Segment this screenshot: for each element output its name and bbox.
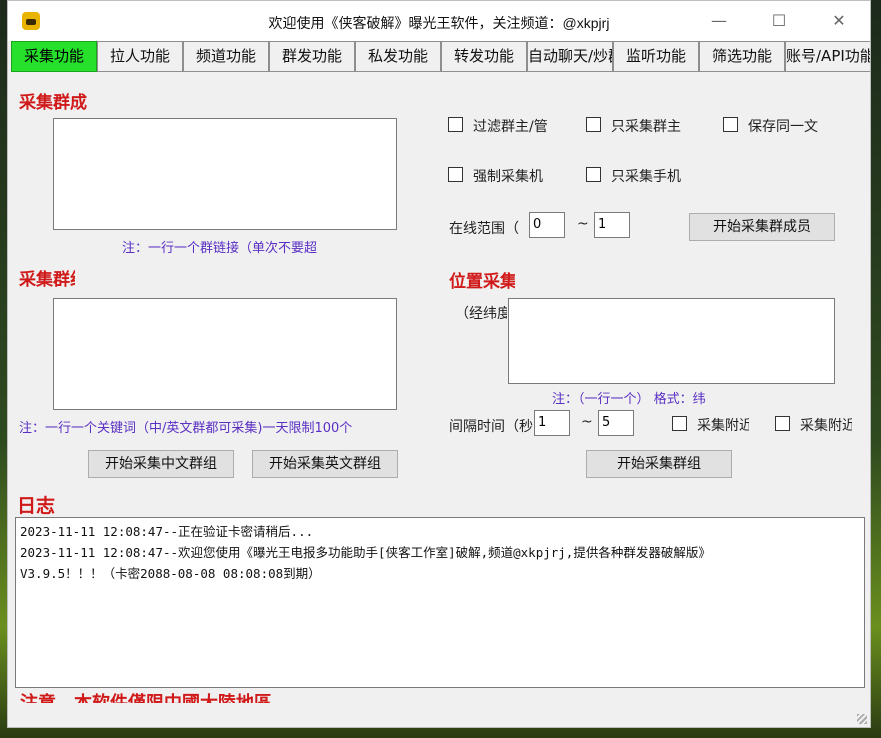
group-links-note: 注：一行一个群链接（单次不要超 — [122, 241, 318, 256]
only-owner-label: 只采集群主 — [611, 119, 681, 135]
minimize-button[interactable]: — — [690, 1, 748, 41]
start-collect-cn-groups-button[interactable]: 开始采集中文群组 — [88, 450, 234, 478]
online-range-label: 在线范围（ — [449, 221, 519, 237]
tab-private[interactable]: 私发功能 — [355, 41, 441, 72]
start-collect-en-groups-button[interactable]: 开始采集英文群组 — [252, 450, 398, 478]
log-line: 2023-11-11 12:08:47--正在验证卡密请稍后... — [20, 524, 314, 539]
collect-nearby-label-2: 采集附近 — [800, 418, 852, 434]
only-phone-checkbox[interactable] — [586, 167, 601, 182]
close-button[interactable]: ✕ — [810, 1, 868, 41]
save-same-file-label: 保存同一文 — [748, 119, 818, 135]
online-range-tilde: ~ — [577, 216, 589, 232]
tab-collect[interactable]: 采集功能 — [11, 41, 97, 72]
log-line: V3.9.5！！！（卡密2088-08-08 08:08:08到期） — [20, 566, 321, 581]
collect-nearby-label-1: 采集附近 — [697, 418, 749, 434]
log-title: 日志 — [17, 495, 56, 517]
filter-admin-label: 过滤群主/管 — [473, 119, 548, 135]
only-phone-label: 只采集手机 — [611, 169, 681, 185]
online-max-input[interactable]: 1 — [594, 212, 630, 238]
maximize-button[interactable]: ☐ — [750, 1, 808, 41]
tab-channel[interactable]: 频道功能 — [183, 41, 269, 72]
save-same-file-checkbox[interactable] — [723, 117, 738, 132]
collect-nearby-checkbox-2[interactable] — [775, 416, 790, 431]
tab-account-api[interactable]: 账号/API功能 — [785, 41, 870, 72]
tab-filter[interactable]: 筛选功能 — [699, 41, 785, 72]
collect-nearby-checkbox-1[interactable] — [672, 416, 687, 431]
keywords-textarea[interactable] — [53, 298, 397, 410]
interval-label: 间隔时间（秒 — [449, 419, 533, 435]
tab-forward[interactable]: 转发功能 — [441, 41, 527, 72]
app-window: 欢迎使用《侠客破解》曝光王软件，关注频道：@xkpjrj — ☐ ✕ 采集功能 … — [7, 0, 871, 728]
tab-broadcast[interactable]: 群发功能 — [269, 41, 355, 72]
interval-min-input[interactable]: 1 — [534, 410, 570, 436]
coordinates-note: 注：（一行一个） 格式：纬 — [552, 392, 706, 407]
start-collect-members-button[interactable]: 开始采集群成员 — [689, 213, 835, 241]
tab-pull[interactable]: 拉人功能 — [97, 41, 183, 72]
resize-grip-icon[interactable] — [857, 714, 867, 724]
only-owner-checkbox[interactable] — [586, 117, 601, 132]
start-collect-location-groups-button[interactable]: 开始采集群组 — [586, 450, 732, 478]
interval-max-input[interactable]: 5 — [598, 410, 634, 436]
force-collect-label: 强制采集机 — [473, 169, 543, 185]
filter-admin-checkbox[interactable] — [448, 117, 463, 132]
collect-groups-title: 采集群组 — [19, 270, 75, 290]
interval-tilde: ~ — [581, 414, 593, 430]
tab-autochat[interactable]: 自动聊天/炒群 — [527, 41, 613, 72]
tab-monitor[interactable]: 监听功能 — [613, 41, 699, 72]
coordinates-label: （经纬度 — [455, 306, 507, 322]
online-min-input[interactable]: 0 — [529, 212, 565, 238]
location-collect-title: 位置采集 — [449, 272, 515, 292]
footer-warning: 注意，本软件僅限中國大陸地區 — [20, 689, 272, 703]
log-output[interactable]: 2023-11-11 12:08:47--正在验证卡密请稍后... 2023-1… — [15, 517, 865, 688]
force-collect-checkbox[interactable] — [448, 167, 463, 182]
log-line: 2023-11-11 12:08:47--欢迎您使用《曝光王电报多功能助手[侠客… — [20, 545, 711, 560]
group-links-textarea[interactable] — [53, 118, 397, 230]
coordinates-textarea[interactable] — [508, 298, 835, 384]
keywords-note: 注：一行一个关键词（中/英文群都可采集)一天限制100个 — [19, 421, 353, 436]
title-bar: 欢迎使用《侠客破解》曝光王软件，关注频道：@xkpjrj — ☐ ✕ — [8, 1, 870, 41]
collect-members-title: 采集群成 — [19, 93, 87, 113]
